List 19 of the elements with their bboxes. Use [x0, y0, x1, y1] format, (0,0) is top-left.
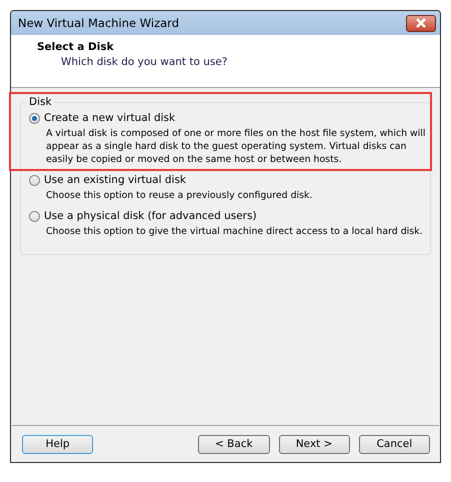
option-description: A virtual disk is composed of one or more files on the host file system, which will appear as a single hard disk to the guest operating system. Virtual disks can easily be copied or moved on the same host or between hosts.	[45, 127, 426, 166]
wizard-button[interactable]: < Back	[198, 434, 270, 454]
window-title: New Virtual Machine Wizard	[18, 16, 179, 30]
radio-button[interactable]	[29, 210, 40, 222]
close-icon	[415, 18, 427, 28]
page-subtitle: Which disk do you want to use?	[60, 55, 228, 68]
option-label[interactable]: Use a physical disk (for advanced users)	[44, 210, 257, 222]
help-button[interactable]: Help	[22, 434, 94, 454]
close-button[interactable]	[406, 14, 436, 32]
page-heading: Select a Disk	[37, 41, 115, 53]
radio-button[interactable]	[29, 112, 40, 124]
wizard-button[interactable]: Next >	[278, 434, 350, 454]
group-label: Disk	[28, 96, 53, 108]
radio-button[interactable]	[29, 174, 40, 186]
wizard-button[interactable]: Cancel	[358, 434, 430, 454]
option-label[interactable]: Use an existing virtual disk	[44, 174, 186, 186]
option-description: Choose this option to reuse a previously configured disk.	[45, 189, 314, 202]
option-label[interactable]: Create a new virtual disk	[44, 112, 176, 124]
option-description: Choose this option to give the virtual machine direct access to a local hard disk.	[45, 225, 424, 238]
